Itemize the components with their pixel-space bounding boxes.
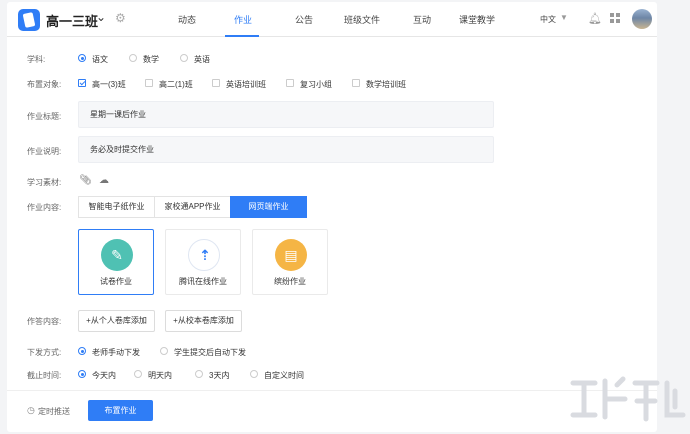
target-option-english-training[interactable]: 英语培训班	[226, 79, 266, 90]
deadline-option-3days[interactable]: 3天内	[209, 370, 229, 381]
deadline-option-tomorrow[interactable]: 明天内	[148, 370, 172, 381]
radio-deadline-tomorrow[interactable]	[134, 370, 142, 378]
caret-down-icon[interactable]: ▼	[560, 13, 568, 22]
tab-smart-paper[interactable]: 智能电子纸作业	[78, 196, 155, 218]
title-label: 作业标题:	[27, 112, 62, 121]
radio-dispatch-manual[interactable]	[78, 347, 86, 355]
add-from-personal-bank-button[interactable]: +从个人卷库添加	[78, 310, 155, 332]
tab-app-homework[interactable]: 家校通APP作业	[154, 196, 231, 218]
scheduled-push-toggle[interactable]: 定时推送	[38, 406, 70, 417]
gear-icon[interactable]: ⚙	[115, 11, 126, 25]
radio-dispatch-auto[interactable]	[160, 347, 168, 355]
radio-deadline-today[interactable]	[78, 370, 86, 378]
attachment-icon[interactable]: 📎︎	[79, 175, 92, 186]
deadline-option-today[interactable]: 今天内	[92, 370, 116, 381]
chevron-down-icon[interactable]: ⌄	[96, 10, 106, 24]
top-bar: 高一三班 ⌄ ⚙ 动态 作业 公告 班级文件 互动 课堂教学 中文 ▼ 🔔︎	[7, 2, 657, 37]
tab-web-homework[interactable]: 网页端作业	[230, 196, 307, 218]
materials-label: 学习素材:	[27, 178, 62, 187]
type-card-colorful[interactable]: ▤ 缤纷作业	[252, 229, 328, 295]
nav-notice[interactable]: 公告	[295, 13, 313, 26]
dispatch-label: 下发方式:	[27, 348, 62, 357]
target-option-review-group[interactable]: 复习小组	[300, 79, 332, 90]
app-logo-icon	[18, 9, 40, 31]
homework-card: 高一三班 ⌄ ⚙ 动态 作业 公告 班级文件 互动 课堂教学 中文 ▼ 🔔︎ 学…	[7, 2, 657, 432]
homework-desc-input[interactable]: 务必及时提交作业	[78, 136, 494, 163]
cloud-library-icon[interactable]: ☁︎	[99, 175, 109, 186]
dispatch-option-manual[interactable]: 老师手动下发	[92, 347, 140, 358]
assign-homework-button[interactable]: 布置作业	[88, 400, 153, 421]
add-from-school-bank-button[interactable]: +从校本卷库添加	[165, 310, 242, 332]
radio-subject-chinese[interactable]	[78, 54, 86, 62]
language-select[interactable]: 中文	[540, 14, 556, 25]
nav-classroom[interactable]: 课堂教学	[459, 13, 495, 26]
tencent-online-icon: ⇡	[188, 239, 220, 271]
homework-title-input[interactable]: 星期一课后作业	[78, 101, 494, 128]
checkbox-math-training[interactable]	[352, 79, 360, 87]
site-watermark-logo	[570, 376, 686, 422]
type-label-tencent: 腾讯在线作业	[179, 277, 227, 286]
target-label: 布置对象:	[27, 80, 62, 89]
dispatch-option-auto[interactable]: 学生提交后自动下发	[174, 347, 246, 358]
checkbox-english-training[interactable]	[212, 79, 220, 87]
nav-class-files[interactable]: 班级文件	[344, 13, 380, 26]
colorful-homework-icon: ▤	[275, 239, 307, 271]
avatar[interactable]	[632, 9, 652, 29]
answer-label: 作答内容:	[27, 317, 62, 326]
content-label: 作业内容:	[27, 203, 62, 212]
subject-option-english[interactable]: 英语	[194, 54, 210, 65]
subject-label: 学科:	[27, 55, 46, 64]
target-option-math-training[interactable]: 数学培训班	[366, 79, 406, 90]
checkbox-class-2-1[interactable]	[145, 79, 153, 87]
class-name: 高一三班	[46, 14, 99, 29]
radio-deadline-custom[interactable]	[250, 370, 258, 378]
radio-deadline-3days[interactable]	[195, 370, 203, 378]
nav-dynamic[interactable]: 动态	[178, 13, 196, 26]
clock-icon: ◷	[27, 405, 35, 415]
checkbox-review-group[interactable]	[286, 79, 294, 87]
nav-active-indicator	[225, 35, 259, 37]
footer-divider	[7, 390, 657, 391]
deadline-option-custom[interactable]: 自定义时间	[264, 370, 304, 381]
type-label-colorful: 缤纷作业	[274, 277, 306, 286]
subject-option-chinese[interactable]: 语文	[92, 54, 108, 65]
checkbox-class-1-3[interactable]	[78, 79, 86, 87]
type-card-exam[interactable]: ✎ 试卷作业	[78, 229, 154, 295]
radio-subject-english[interactable]	[180, 54, 188, 62]
nav-homework[interactable]: 作业	[234, 13, 252, 26]
subject-option-math[interactable]: 数学	[143, 54, 159, 65]
desc-label: 作业说明:	[27, 147, 62, 156]
exam-paper-icon: ✎	[101, 239, 133, 271]
target-option-class-1-3[interactable]: 高一(3)班	[92, 79, 126, 90]
target-option-class-2-1[interactable]: 高二(1)班	[159, 79, 193, 90]
type-label-exam: 试卷作业	[100, 277, 132, 286]
deadline-label: 截止时间:	[27, 371, 62, 380]
nav-interact[interactable]: 互动	[413, 13, 431, 26]
apps-grid-icon[interactable]	[610, 13, 620, 23]
radio-subject-math[interactable]	[129, 54, 137, 62]
type-card-tencent[interactable]: ⇡ 腾讯在线作业	[165, 229, 241, 295]
bell-icon[interactable]: 🔔︎	[588, 12, 602, 25]
